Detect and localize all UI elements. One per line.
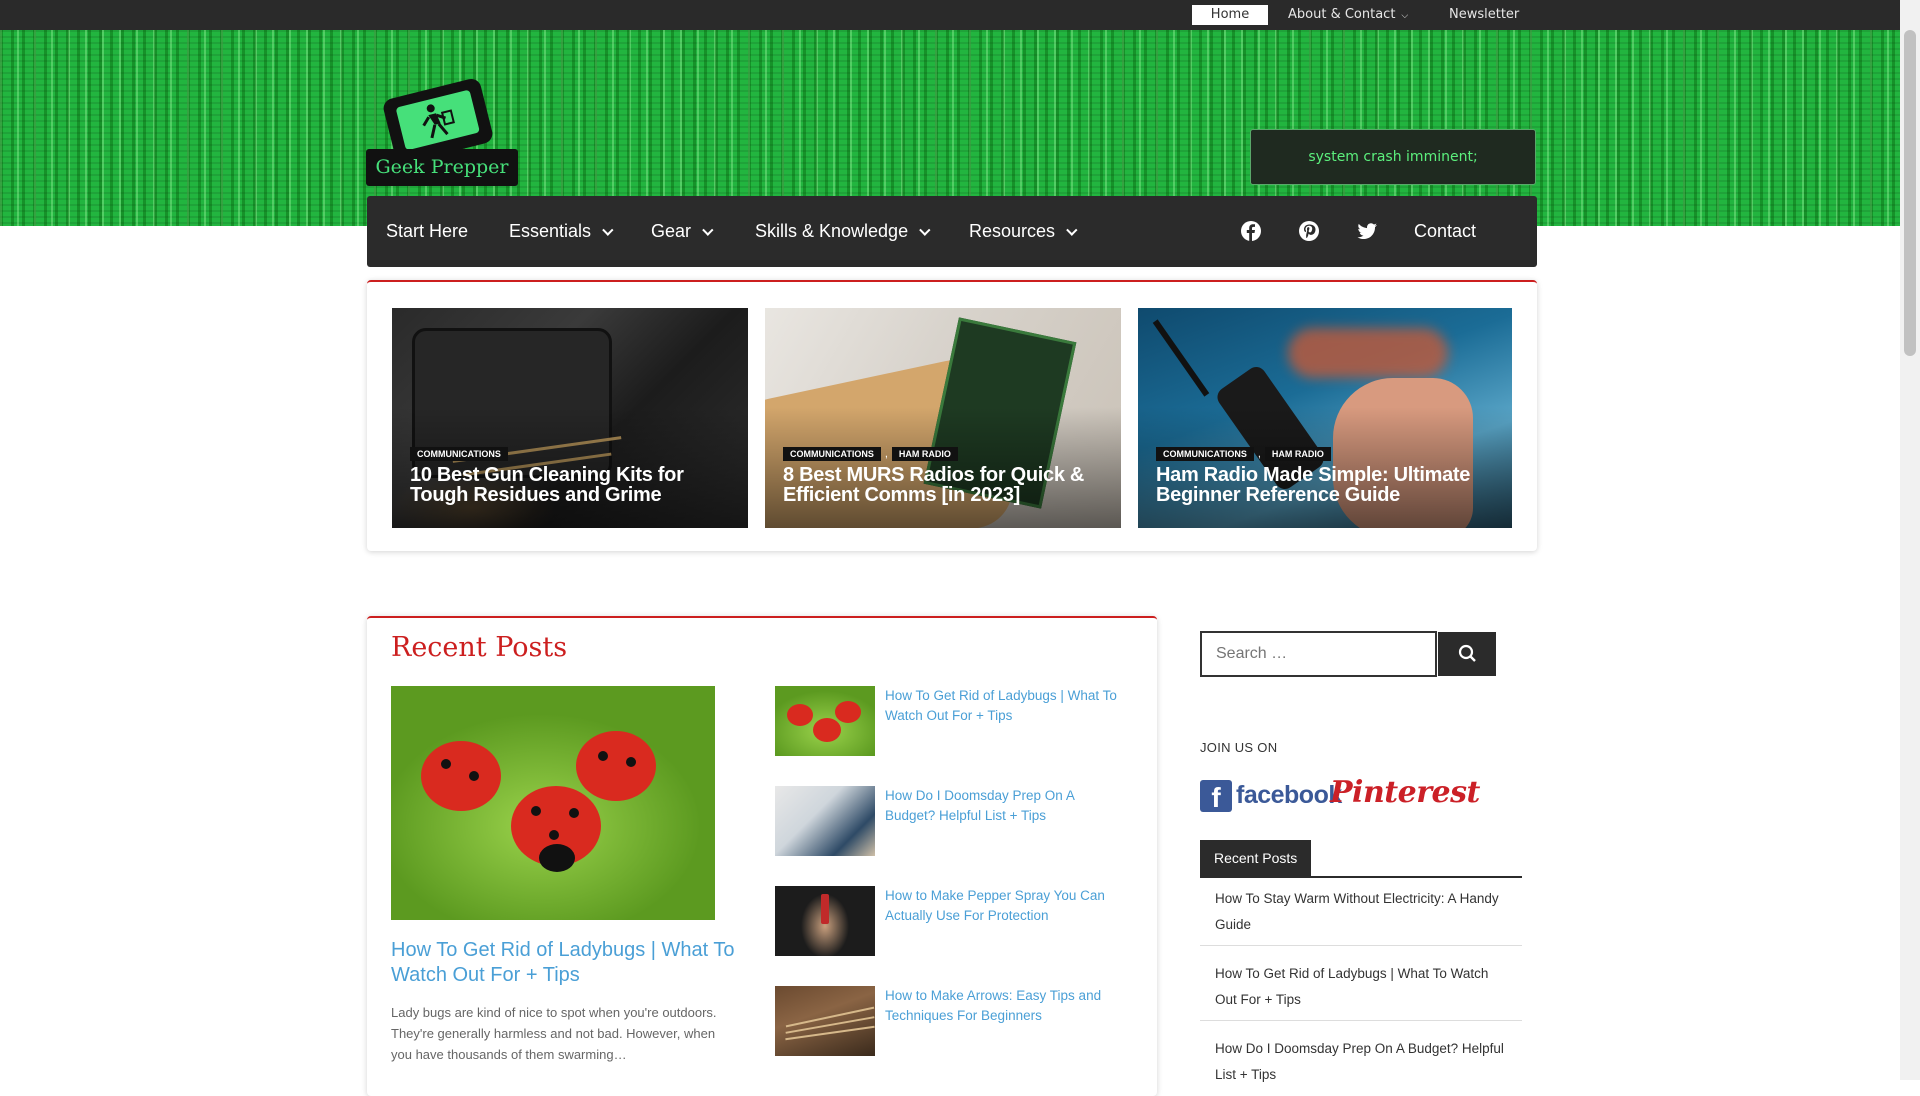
top-link-newsletter[interactable]: Newsletter xyxy=(1449,0,1519,30)
sidebar-recent-item[interactable]: How To Get Rid of Ladybugs | What To Wat… xyxy=(1200,955,1522,1021)
featured-card[interactable]: COMMUNICATIONS, HAM RADIO 8 Best MURS Rad… xyxy=(765,308,1121,528)
ladybug-graphic xyxy=(576,731,656,801)
ladybug-graphic xyxy=(421,741,501,811)
list-item[interactable]: How Do I Doomsday Prep On A Budget? Help… xyxy=(775,786,1115,858)
sidebar-recent-posts-header: Recent Posts xyxy=(1200,840,1522,878)
nav-item-resources[interactable]: Resources xyxy=(969,196,1078,267)
top-link-about-contact[interactable]: About & Contact ⌵ xyxy=(1288,0,1408,30)
category-tag[interactable]: COMMUNICATIONS xyxy=(783,447,881,461)
category-tag[interactable]: COMMUNICATIONS xyxy=(1156,447,1254,461)
post-thumbnail[interactable] xyxy=(775,986,875,1056)
post-title[interactable]: How to Make Pepper Spray You Can Actuall… xyxy=(885,886,1125,926)
main-post-title[interactable]: How To Get Rid of Ladybugs | What To Wat… xyxy=(391,938,736,988)
featured-card[interactable]: COMMUNICATIONS 10 Best Gun Cleaning Kits… xyxy=(392,308,748,528)
list-item[interactable]: How To Get Rid of Ladybugs | What To Wat… xyxy=(775,686,1117,758)
ladybug-graphic xyxy=(787,704,813,726)
sidebar-recent-item[interactable]: How To Stay Warm Without Electricity: A … xyxy=(1200,880,1522,946)
twitter-icon[interactable] xyxy=(1356,220,1378,242)
chevron-down-icon xyxy=(602,224,614,236)
header-banner-ad[interactable]: system crash imminent; xyxy=(1250,129,1536,185)
post-tags: COMMUNICATIONS, HAM RADIO xyxy=(1156,444,1335,461)
chevron-down-icon xyxy=(1066,224,1078,236)
nav-label: Essentials xyxy=(509,221,592,241)
search-input[interactable] xyxy=(1200,631,1437,677)
category-tag[interactable]: HAM RADIO xyxy=(1264,447,1331,461)
sidebar-recent-item[interactable]: How Do I Doomsday Prep On A Budget? Help… xyxy=(1200,1030,1522,1082)
chevron-down-icon xyxy=(919,224,931,236)
scrollbar-thumb[interactable] xyxy=(1904,30,1916,356)
post-title[interactable]: How To Get Rid of Ladybugs | What To Wat… xyxy=(885,686,1125,726)
join-us-label: JOIN US ON xyxy=(1200,740,1278,755)
post-tags: COMMUNICATIONS, HAM RADIO xyxy=(783,444,962,461)
section-heading: Recent Posts xyxy=(391,632,568,663)
facebook-icon[interactable] xyxy=(1240,220,1262,242)
featured-posts: COMMUNICATIONS 10 Best Gun Cleaning Kits… xyxy=(367,280,1537,551)
list-item[interactable]: How to Make Pepper Spray You Can Actuall… xyxy=(775,886,1115,958)
list-item[interactable]: How to Make Arrows: Easy Tips and Techni… xyxy=(775,986,1115,1058)
main-nav: Start Here Essentials Gear Skills & Know… xyxy=(367,196,1537,267)
post-thumbnail[interactable] xyxy=(775,886,875,956)
site-logo[interactable]: Geek Prepper xyxy=(366,76,518,206)
running-man-icon xyxy=(422,104,455,139)
nav-label: Skills & Knowledge xyxy=(755,221,909,241)
nav-item-skills-knowledge[interactable]: Skills & Knowledge xyxy=(755,196,931,267)
post-tags: COMMUNICATIONS xyxy=(410,444,512,461)
category-tag[interactable]: HAM RADIO xyxy=(891,447,958,461)
ladybug-graphic xyxy=(511,786,601,872)
top-bar: Home About & Contact ⌵ Newsletter xyxy=(0,0,1900,30)
ladybug-graphic xyxy=(835,701,861,723)
chevron-down-icon xyxy=(702,224,714,236)
pinterest-icon[interactable] xyxy=(1298,220,1320,242)
top-link-home[interactable]: Home xyxy=(1192,5,1268,25)
tag-separator: , xyxy=(884,448,888,460)
post-title[interactable]: How Do I Doomsday Prep On A Budget? Help… xyxy=(885,786,1125,826)
nav-label: Gear xyxy=(651,221,692,241)
category-tag[interactable]: COMMUNICATIONS xyxy=(410,447,508,461)
nav-item-essentials[interactable]: Essentials xyxy=(509,196,614,267)
facebook-icon: f xyxy=(1200,780,1232,813)
tag-separator: , xyxy=(1257,448,1261,460)
search-button[interactable] xyxy=(1438,632,1496,676)
main-post-excerpt: Lady bugs are kind of nice to spot when … xyxy=(391,1005,717,1062)
sidebar-heading: Recent Posts xyxy=(1200,840,1312,876)
logo-plate: Geek Prepper xyxy=(366,149,518,186)
nav-label: Resources xyxy=(969,221,1056,241)
about-label: About & Contact xyxy=(1288,7,1396,22)
post-thumbnail[interactable] xyxy=(775,686,875,756)
featured-title[interactable]: Ham Radio Made Simple: Ultimate Beginner… xyxy=(1156,465,1502,505)
nav-item-contact[interactable]: Contact xyxy=(1414,196,1476,267)
chevron-down-icon: ⌵ xyxy=(1401,11,1409,21)
post-title[interactable]: How to Make Arrows: Easy Tips and Techni… xyxy=(885,986,1125,1026)
post-thumbnail[interactable] xyxy=(775,786,875,856)
facebook-wordmark: facebook xyxy=(1236,781,1342,809)
pinterest-logo-link[interactable]: Pinterest xyxy=(1330,775,1480,810)
nav-item-start-here[interactable]: Start Here xyxy=(386,196,468,267)
nav-label: Start Here xyxy=(386,221,469,241)
featured-title[interactable]: 10 Best Gun Cleaning Kits for Tough Resi… xyxy=(410,465,738,505)
ladybug-graphic xyxy=(813,718,841,742)
logo-text: Geek Prepper xyxy=(375,156,509,178)
main-post-image[interactable] xyxy=(391,686,715,920)
nav-label: Contact xyxy=(1414,221,1477,241)
recent-posts-section: Recent Posts How To Get Rid of Ladybugs … xyxy=(367,616,1157,1096)
search-icon xyxy=(1458,644,1476,662)
featured-title[interactable]: 8 Best MURS Radios for Quick & Efficient… xyxy=(783,465,1111,505)
featured-card[interactable]: COMMUNICATIONS, HAM RADIO Ham Radio Made … xyxy=(1138,308,1512,528)
nav-item-gear[interactable]: Gear xyxy=(651,196,714,267)
